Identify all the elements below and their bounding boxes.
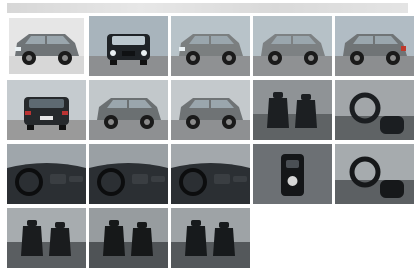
car-photo [7, 144, 86, 204]
gallery-thumbnail[interactable] [7, 144, 86, 204]
car-photo [171, 208, 250, 268]
car-photo [253, 144, 332, 204]
car-photo [335, 144, 414, 204]
car-photo [7, 80, 86, 140]
gallery-thumbnail[interactable] [7, 208, 86, 268]
car-photo [335, 80, 414, 140]
car-photo [89, 80, 168, 140]
car-photo [89, 144, 168, 204]
car-photo [171, 16, 250, 76]
car-photo [253, 16, 332, 76]
gallery-thumbnail[interactable] [253, 80, 332, 140]
gallery-thumbnail[interactable] [335, 144, 414, 204]
car-photo [89, 208, 168, 268]
gallery-thumbnail[interactable] [171, 144, 250, 204]
car-photo [89, 16, 168, 76]
gallery-thumbnail[interactable] [89, 144, 168, 204]
gallery-thumbnail[interactable] [171, 80, 250, 140]
gallery-thumbnail[interactable] [7, 80, 86, 140]
car-photo [171, 80, 250, 140]
gallery-thumbnail[interactable] [89, 16, 168, 76]
photo-grid [7, 16, 414, 268]
car-photo [335, 16, 414, 76]
gallery-thumbnail[interactable] [253, 16, 332, 76]
gallery-thumbnail[interactable] [89, 208, 168, 268]
car-photo [253, 80, 332, 140]
gallery-thumbnail[interactable] [7, 16, 86, 76]
car-photo [7, 208, 86, 268]
car-photo [7, 16, 86, 76]
gallery-thumbnail[interactable] [171, 16, 250, 76]
gallery-thumbnail[interactable] [335, 80, 414, 140]
top-strip [7, 3, 408, 13]
gallery-thumbnail[interactable] [335, 16, 414, 76]
gallery-thumbnail[interactable] [89, 80, 168, 140]
gallery-thumbnail[interactable] [171, 208, 250, 268]
gallery-thumbnail[interactable] [253, 144, 332, 204]
car-photo [171, 144, 250, 204]
